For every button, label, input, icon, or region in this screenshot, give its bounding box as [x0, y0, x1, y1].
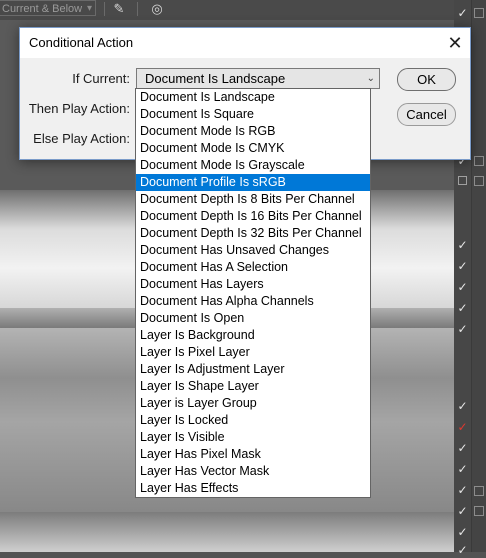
dropdown-option[interactable]: Layer Is Background: [136, 327, 370, 344]
dialog-titlebar: Conditional Action ✕: [20, 28, 470, 58]
sample-all-icon[interactable]: ◎: [148, 1, 166, 17]
then-play-action-label: Then Play Action:: [28, 101, 130, 116]
close-icon[interactable]: ✕: [440, 28, 470, 58]
dropdown-option[interactable]: Layer Has Effects: [136, 480, 370, 497]
sample-mode-select[interactable]: Current & Below ▾: [0, 0, 96, 16]
red-check-icon[interactable]: ✓: [454, 419, 471, 435]
dropdown-option[interactable]: Document Is Square: [136, 106, 370, 123]
dropdown-option[interactable]: Document Is Landscape: [136, 89, 370, 106]
dropdown-option[interactable]: Document Has A Selection: [136, 259, 370, 276]
dropdown-option[interactable]: Layer Has Vector Mask: [136, 463, 370, 480]
if-current-label: If Current:: [72, 71, 130, 86]
options-bar: Current & Below ▾ ✎ ◎: [0, 0, 454, 21]
check-icon[interactable]: ✓: [454, 5, 471, 21]
check-icon[interactable]: ✓: [454, 461, 471, 477]
dropdown-option[interactable]: Document Mode Is RGB: [136, 123, 370, 140]
check-icon[interactable]: ✓: [454, 300, 471, 316]
dialog-toggle-icon[interactable]: [474, 8, 484, 18]
dropdown-option[interactable]: Document Profile Is sRGB: [136, 174, 370, 191]
check-icon[interactable]: ✓: [454, 440, 471, 456]
check-icon[interactable]: ✓: [454, 237, 471, 253]
dropdown-option[interactable]: Layer Is Pixel Layer: [136, 344, 370, 361]
check-icon[interactable]: ✓: [454, 398, 471, 414]
dropdown-option[interactable]: Layer is Layer Group: [136, 395, 370, 412]
dropdown-option[interactable]: Document Mode Is CMYK: [136, 140, 370, 157]
check-icon[interactable]: ✓: [454, 279, 471, 295]
if-current-select[interactable]: Document Is Landscape ⌄: [136, 68, 380, 89]
toolbar-divider: [104, 2, 105, 16]
dialog-title: Conditional Action: [29, 35, 134, 50]
check-icon[interactable]: ✓: [454, 258, 471, 274]
dropdown-option[interactable]: Document Has Layers: [136, 276, 370, 293]
dropdown-option[interactable]: Document Mode Is Grayscale: [136, 157, 370, 174]
check-icon[interactable]: ✓: [454, 524, 471, 540]
chevron-down-icon: ⌄: [366, 73, 375, 84]
dialog-toggle-icon[interactable]: [474, 486, 484, 496]
toolbar-divider: [137, 2, 138, 16]
sample-mode-value: Current & Below: [2, 3, 83, 15]
dropdown-option[interactable]: Document Has Unsaved Changes: [136, 242, 370, 259]
dropdown-option[interactable]: Layer Is Visible: [136, 429, 370, 446]
chevron-down-icon: ▾: [86, 3, 92, 14]
cancel-button[interactable]: Cancel: [397, 103, 456, 126]
dropdown-option[interactable]: Document Depth Is 16 Bits Per Channel: [136, 208, 370, 225]
ok-button[interactable]: OK: [397, 68, 456, 91]
check-icon[interactable]: ✓: [454, 482, 471, 498]
check-icon[interactable]: ✓: [454, 503, 471, 519]
if-current-value: Document Is Landscape: [145, 71, 286, 86]
condition-dropdown-list: Document Is Landscape Document Is Square D…: [135, 88, 371, 498]
dropdown-option[interactable]: Document Depth Is 32 Bits Per Channel: [136, 225, 370, 242]
ignore-adjustment-icon[interactable]: ✎: [110, 1, 128, 17]
dropdown-option[interactable]: Document Has Alpha Channels: [136, 293, 370, 310]
dropdown-option[interactable]: Layer Has Pixel Mask: [136, 446, 370, 463]
else-play-action-label: Else Play Action:: [33, 131, 130, 146]
check-icon[interactable]: ✓: [454, 321, 471, 337]
dialog-toggle-icon[interactable]: [474, 506, 484, 516]
dialog-toggle-icon[interactable]: [474, 176, 484, 186]
empty-checkbox-icon[interactable]: [454, 173, 471, 189]
dropdown-option[interactable]: Layer Is Adjustment Layer: [136, 361, 370, 378]
dropdown-option[interactable]: Layer Is Shape Layer: [136, 378, 370, 395]
dropdown-option[interactable]: Document Is Open: [136, 310, 370, 327]
dropdown-option[interactable]: Layer Is Locked: [136, 412, 370, 429]
dropdown-option[interactable]: Document Depth Is 8 Bits Per Channel: [136, 191, 370, 208]
check-icon[interactable]: ✓: [454, 542, 471, 558]
dialog-toggle-icon[interactable]: [474, 156, 484, 166]
